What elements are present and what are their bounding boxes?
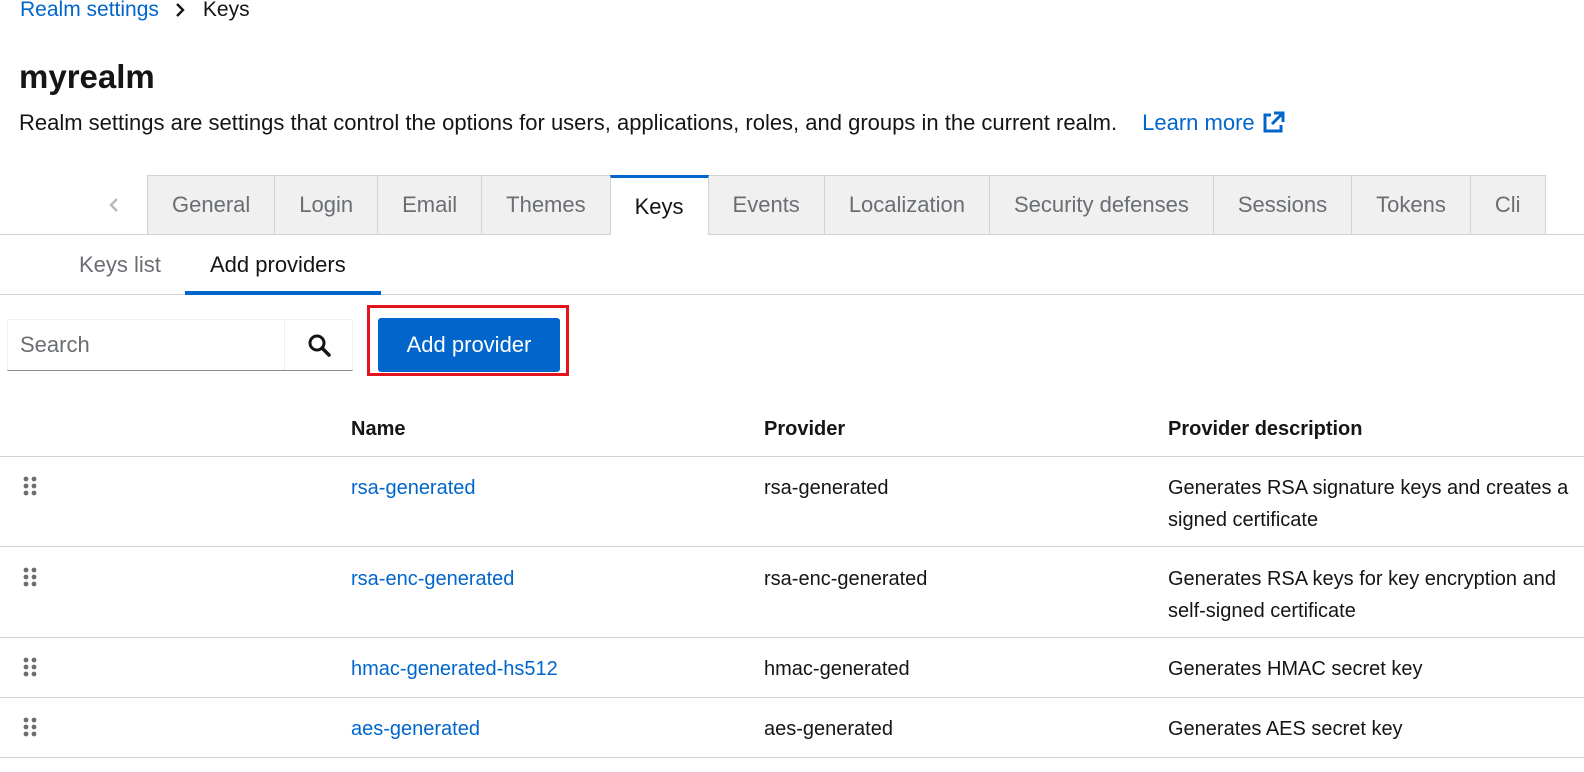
chevron-left-icon xyxy=(109,197,118,212)
provider-name-link[interactable]: rsa-enc-generated xyxy=(351,563,514,595)
breadcrumb: Realm settings Keys xyxy=(20,0,250,22)
external-link-icon xyxy=(1263,111,1285,133)
row-divider xyxy=(0,546,1584,547)
active-sub-tab-indicator xyxy=(185,291,381,295)
provider-name-link[interactable]: aes-generated xyxy=(351,713,480,745)
search-button[interactable] xyxy=(284,320,352,370)
drag-handle-icon[interactable] xyxy=(22,476,38,501)
row-divider xyxy=(0,697,1584,698)
drag-handle-icon[interactable] xyxy=(22,717,38,742)
row-divider xyxy=(0,637,1584,638)
provider-description-line1: Generates HMAC secret key xyxy=(1168,658,1423,680)
provider-type: rsa-enc-generated xyxy=(764,568,928,590)
search-group xyxy=(7,319,353,371)
chevron-right-icon xyxy=(175,3,185,17)
breadcrumb-current: Keys xyxy=(202,0,250,21)
tab-strip: General Login Email Themes Keys Events L… xyxy=(147,175,1546,235)
search-input[interactable] xyxy=(8,320,284,370)
page-description: Realm settings are settings that control… xyxy=(19,110,1118,135)
tab-tokens[interactable]: Tokens xyxy=(1351,175,1471,234)
tab-sessions[interactable]: Sessions xyxy=(1212,175,1353,234)
tab-client-policies[interactable]: Cli xyxy=(1469,175,1546,234)
learn-more-label: Learn more xyxy=(1142,110,1255,135)
tab-security-defenses[interactable]: Security defenses xyxy=(989,175,1214,234)
add-provider-button[interactable]: Add provider xyxy=(378,318,560,372)
row-divider xyxy=(0,757,1584,758)
breadcrumb-realm-settings-link[interactable]: Realm settings xyxy=(20,0,159,22)
table-header-divider xyxy=(0,456,1584,457)
drag-handle-icon[interactable] xyxy=(22,657,38,682)
provider-description-line2: signed certificate xyxy=(1168,509,1319,531)
tab-keys[interactable]: Keys xyxy=(609,175,709,235)
drag-handle-icon[interactable] xyxy=(22,567,38,592)
tab-events[interactable]: Events xyxy=(707,175,825,234)
tab-email[interactable]: Email xyxy=(377,175,483,234)
page-description-row: Realm settings are settings that control… xyxy=(19,110,1285,136)
provider-description-line1: Generates AES secret key xyxy=(1168,718,1403,740)
provider-name-link[interactable]: hmac-generated-hs512 xyxy=(351,653,558,685)
sub-tab-add-providers[interactable]: Add providers xyxy=(210,236,346,294)
tab-localization[interactable]: Localization xyxy=(823,175,990,234)
tab-general[interactable]: General xyxy=(147,175,276,234)
keys-sub-tabs: Keys list Add providers xyxy=(0,236,1584,295)
tabs-scroll-left-button[interactable] xyxy=(80,175,148,234)
provider-description-line1: Generates RSA signature keys and creates… xyxy=(1168,477,1569,499)
search-icon xyxy=(308,334,331,357)
learn-more-link[interactable]: Learn more xyxy=(1142,110,1285,136)
column-header-description[interactable]: Provider description xyxy=(1168,418,1363,441)
realm-settings-tabs: General Login Email Themes Keys Events L… xyxy=(0,175,1584,235)
tab-login[interactable]: Login xyxy=(274,175,379,234)
provider-name-link[interactable]: rsa-generated xyxy=(351,472,476,504)
provider-type: aes-generated xyxy=(764,718,893,740)
provider-description-line2: self-signed certificate xyxy=(1168,600,1356,622)
provider-description-line1: Generates RSA keys for key encryption an… xyxy=(1168,568,1556,590)
sub-tab-keys-list[interactable]: Keys list xyxy=(79,236,161,294)
provider-type: hmac-generated xyxy=(764,658,910,680)
page-title: myrealm xyxy=(19,58,155,95)
column-header-name[interactable]: Name xyxy=(351,418,405,441)
provider-type: rsa-generated xyxy=(764,477,889,499)
tab-themes[interactable]: Themes xyxy=(481,175,611,234)
column-header-provider[interactable]: Provider xyxy=(764,418,845,441)
